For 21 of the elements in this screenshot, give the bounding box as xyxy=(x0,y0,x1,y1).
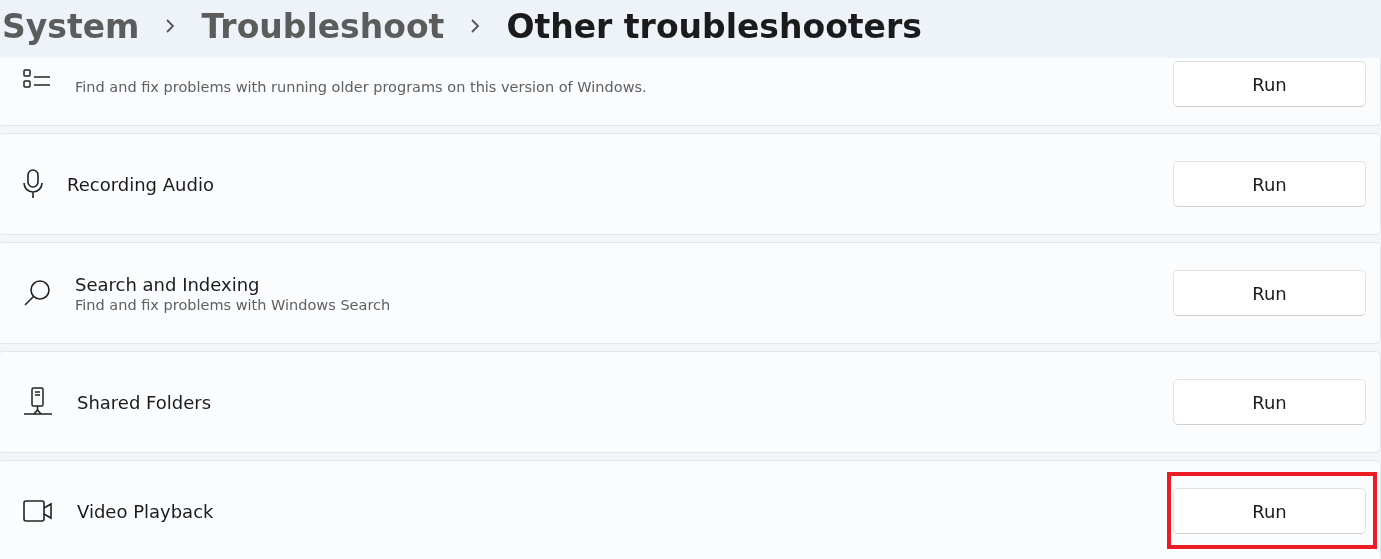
chevron-icon xyxy=(165,18,176,34)
breadcrumb-link[interactable]: Troubleshoot xyxy=(201,6,445,46)
run-button[interactable]: Run xyxy=(1173,270,1366,316)
troubleshooter-description: Find and fix problems with Windows Search xyxy=(75,296,392,313)
breadcrumb-link[interactable]: System xyxy=(2,6,140,46)
chevron-icon xyxy=(470,18,481,34)
search-icon xyxy=(23,279,51,307)
troubleshooter-title: Search and Indexing xyxy=(75,273,261,295)
troubleshooter-title: Video Playback xyxy=(77,500,215,522)
video-camera-icon xyxy=(23,500,53,522)
list-icon xyxy=(23,69,51,89)
run-button[interactable]: Run xyxy=(1173,161,1366,207)
troubleshooter-title: Recording Audio xyxy=(67,173,215,195)
run-button[interactable]: Run xyxy=(1173,61,1366,107)
run-button[interactable]: Run xyxy=(1173,488,1366,534)
troubleshooter-title: Shared Folders xyxy=(77,391,213,413)
microphone-icon xyxy=(23,169,43,199)
page-title: Other troubleshooters xyxy=(506,6,922,46)
run-button[interactable]: Run xyxy=(1173,379,1366,425)
network-computer-icon xyxy=(23,387,53,417)
troubleshooter-description: Find and fix problems with running older programs on this version of Windows. xyxy=(75,79,648,95)
